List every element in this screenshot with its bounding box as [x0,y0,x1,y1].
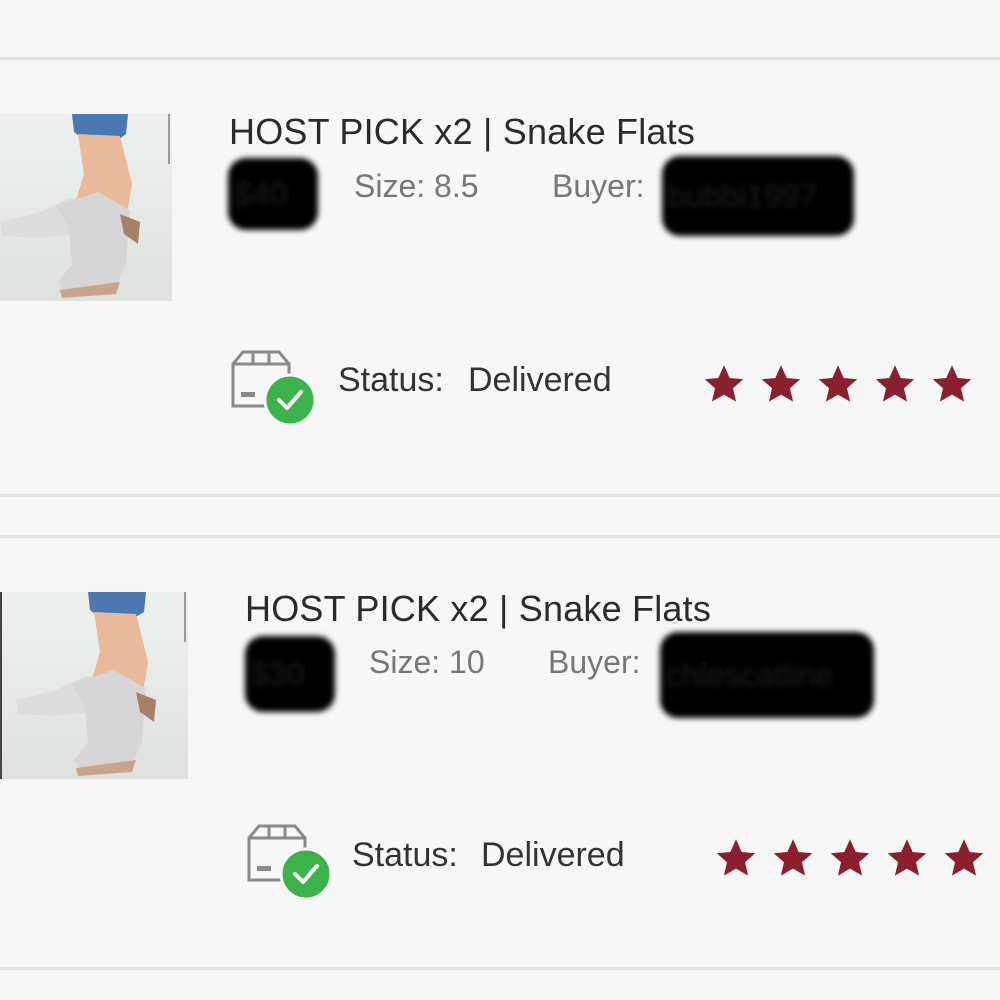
size-label: Size: 10 [369,644,485,680]
package-delivered-icon [229,350,321,432]
status-label: Status: [338,361,444,399]
star-icon [830,839,870,876]
status-value: Delivered [481,836,625,874]
listing-title[interactable]: HOST PICK x2 | Snake Flats [229,111,695,153]
price-redacted: $40 [228,158,318,230]
star-icon [887,839,927,876]
star-icon [875,365,915,402]
price-redacted: $30 [245,636,335,712]
buyer-name-redacted[interactable]: chlescatline [660,632,874,718]
order-card[interactable]: HOST PICK x2 | Snake Flats $30 Size: 10 … [0,538,1000,967]
buyer-label: Buyer: [552,168,645,204]
star-icon [716,839,756,876]
size-label: Size: 8.5 [354,168,479,204]
star-icon [773,839,813,876]
star-icon [932,365,972,402]
rating-stars [714,836,986,880]
star-icon [704,365,744,402]
product-thumbnail[interactable] [0,114,172,301]
package-delivered-icon [245,824,337,906]
order-card[interactable]: HOST PICK x2 | Snake Flats $40 Size: 8.5… [0,60,1000,494]
rating-stars [702,362,974,406]
divider-bottom [0,967,1000,970]
status-label: Status: [352,836,458,874]
star-icon [818,365,858,402]
buyer-label: Buyer: [548,644,641,680]
buyer-name-redacted[interactable]: bubbi1997 [662,156,854,236]
divider-middle-1 [0,494,1000,497]
product-thumbnail[interactable] [0,592,188,779]
star-icon [761,365,801,402]
status-value: Delivered [468,361,612,399]
listing-title[interactable]: HOST PICK x2 | Snake Flats [245,588,711,630]
star-icon [944,839,984,876]
